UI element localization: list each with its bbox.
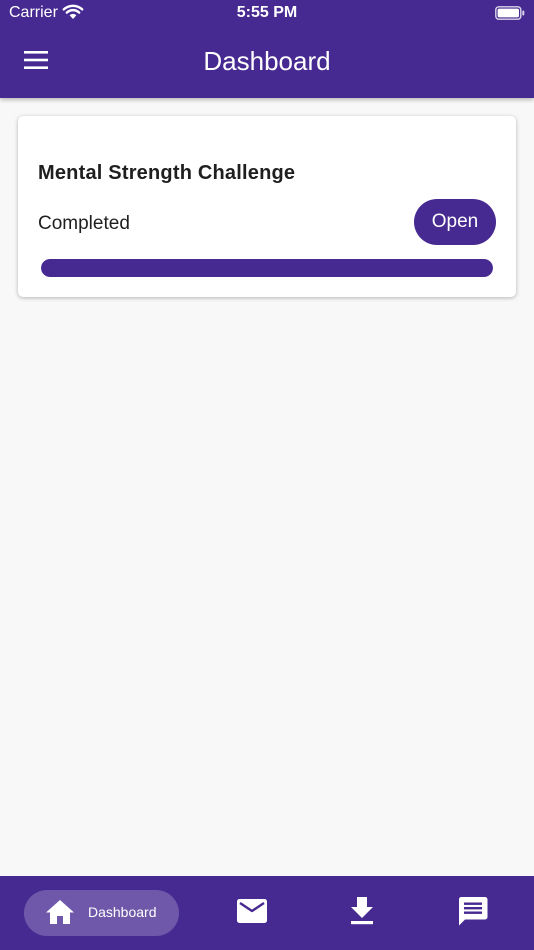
app-bar: Dashboard: [0, 28, 534, 98]
status-bar: Carrier 5:55 PM: [0, 0, 534, 28]
challenge-status: Completed: [38, 213, 130, 234]
nav-item-messages[interactable]: [229, 890, 275, 936]
nav-item-chat[interactable]: [450, 890, 496, 936]
app-screen: Carrier 5:55 PM Dashboard Mental Strengt…: [0, 0, 534, 950]
mail-icon: [237, 898, 267, 928]
chat-icon: [458, 896, 488, 931]
challenge-progress-bar: [41, 259, 493, 277]
page-title: Dashboard: [203, 46, 331, 76]
battery-icon: [495, 6, 525, 25]
nav-item-downloads[interactable]: [339, 890, 385, 936]
nav-item-dashboard[interactable]: Dashboard: [24, 890, 179, 936]
top-bar: Carrier 5:55 PM Dashboard: [0, 0, 534, 98]
open-button[interactable]: Open: [414, 199, 496, 245]
download-icon: [350, 896, 374, 930]
progress-fill: [41, 259, 493, 277]
status-time: 5:55 PM: [236, 4, 298, 21]
home-icon: [45, 899, 75, 930]
challenge-title: Mental Strength Challenge: [38, 162, 296, 184]
bottom-navigation: Dashboard: [0, 876, 534, 950]
nav-item-dashboard-label: Dashboard: [88, 904, 157, 920]
challenge-card: Mental Strength Challenge Completed Open: [18, 116, 516, 297]
